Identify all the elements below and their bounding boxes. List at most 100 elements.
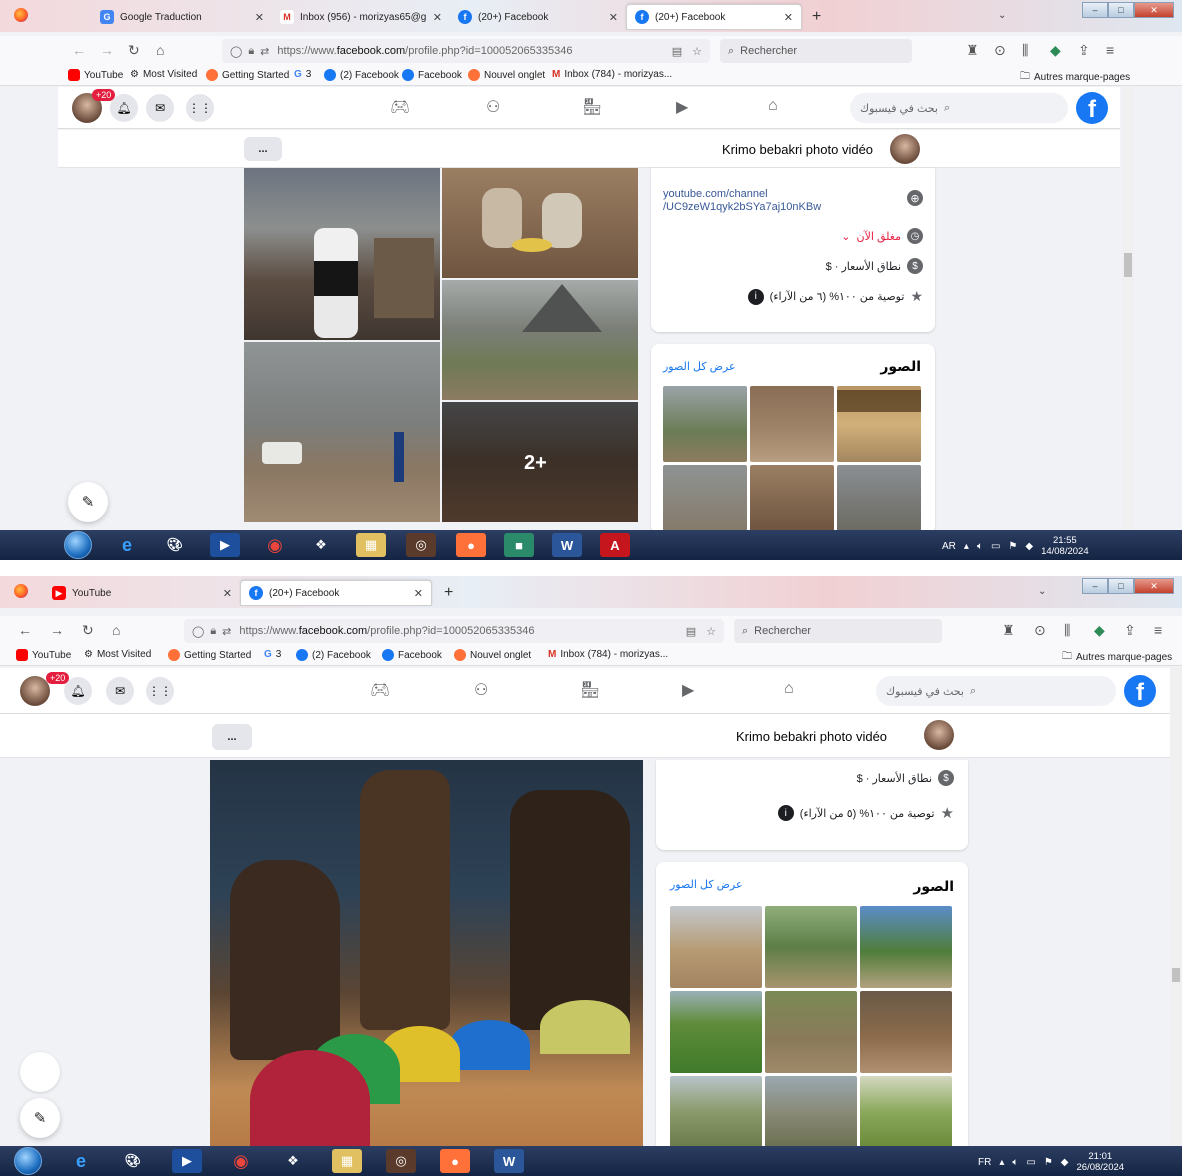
other-bookmarks[interactable]: 🗀 Autres marque-pages [1062, 649, 1172, 666]
paint-icon[interactable]: 🎨︎ [118, 1149, 148, 1173]
maximize-button[interactable]: □ [1108, 2, 1134, 18]
facebook-logo[interactable]: f [1124, 675, 1156, 707]
volume-icon[interactable]: 🔈︎ [1012, 1157, 1018, 1168]
tab-google-translate[interactable]: G Google Traduction ✕ [92, 4, 272, 30]
tab-facebook-active[interactable]: f (20+) Facebook ✕ [626, 4, 802, 30]
star-icon[interactable]: ☆ [692, 45, 702, 58]
reader-icon[interactable]: ▤ [672, 45, 682, 58]
marketplace-icon[interactable]: 🏪︎ [582, 97, 602, 117]
home-icon[interactable]: ⌂ [768, 97, 778, 115]
photo-thumbnail[interactable] [663, 465, 747, 531]
close-window-button[interactable]: ✕ [1134, 578, 1174, 594]
search-input[interactable]: ⌕ Rechercher [720, 39, 912, 63]
chevron-down-icon[interactable]: ⌄ [998, 10, 1006, 21]
media-player-icon[interactable]: ▶ [172, 1149, 202, 1173]
search-input[interactable]: ⌕ Rechercher [734, 619, 942, 643]
photo-thumbnail[interactable] [670, 906, 762, 988]
messenger-icon[interactable]: ✉ [146, 94, 174, 122]
bookmark-youtube[interactable]: YouTube [16, 649, 71, 661]
home-icon[interactable]: ⌂ [784, 680, 794, 698]
file-explorer-icon[interactable]: ▦ [356, 533, 386, 557]
bookmark-google[interactable]: G3 [264, 649, 281, 660]
app-icon[interactable]: ❖ [278, 1149, 308, 1173]
firefox-icon[interactable]: ● [440, 1149, 470, 1173]
bookmark-new-tab[interactable]: Nouvel onglet [468, 69, 545, 81]
file-explorer-icon[interactable]: ▦ [332, 1149, 362, 1173]
back-icon[interactable]: ← [18, 622, 32, 638]
chevron-down-icon[interactable]: ⌄ [1038, 586, 1046, 597]
network-icon[interactable]: ▭ [1026, 1157, 1035, 1168]
menu-icon[interactable]: ≡ [1154, 622, 1162, 638]
more-options-button[interactable]: ... [244, 137, 282, 161]
bookmark-getting-started[interactable]: Getting Started [168, 649, 251, 661]
menu-grid-icon[interactable]: ⋮⋮ [186, 94, 214, 122]
profile-avatar[interactable] [890, 134, 920, 164]
marketplace-icon[interactable]: 🏪︎ [580, 680, 600, 700]
clock[interactable]: 21:01 26/08/2024 [1077, 1151, 1125, 1173]
other-bookmarks[interactable]: 🗀 Autres marque-pages [1020, 69, 1130, 86]
app-icon[interactable]: ■ [504, 533, 534, 557]
more-options-button[interactable]: ... [212, 724, 252, 750]
extension-icon[interactable]: ◆ [1050, 42, 1061, 59]
info-icon[interactable]: i [777, 805, 794, 821]
see-all-photos-link[interactable]: عرض كل الصور [663, 360, 736, 373]
tab-youtube[interactable]: ▶ YouTube ✕ [44, 580, 240, 606]
bookmark-youtube[interactable]: YouTube [68, 69, 123, 81]
flag-icon[interactable]: ⚑ [1008, 541, 1017, 552]
facebook-search-input[interactable]: ⌕ بحث في فيسبوك [850, 93, 1068, 123]
close-icon[interactable]: ✕ [609, 11, 618, 24]
language-indicator[interactable]: FR [978, 1157, 991, 1168]
tab-facebook-active[interactable]: f (20+) Facebook ✕ [240, 580, 432, 606]
shield-check-icon[interactable]: ⊙ [994, 42, 1006, 59]
profile-name[interactable]: Krimo bebakri photo vidéo [736, 729, 887, 744]
bookmark-getting-started[interactable]: Getting Started [206, 69, 289, 81]
app-icon[interactable]: ◎ [406, 533, 436, 557]
home-icon[interactable]: ⌂ [156, 42, 164, 58]
firefox-icon[interactable] [14, 584, 28, 598]
new-message-button[interactable]: ✎ [20, 1098, 60, 1138]
shield-check-icon[interactable]: ⊙ [1034, 622, 1046, 639]
firefox-icon[interactable]: ● [456, 533, 486, 557]
back-icon[interactable]: ← [72, 42, 86, 58]
clock[interactable]: 21:55 14/08/2024 [1041, 535, 1089, 557]
menu-grid-icon[interactable]: ⋮⋮ [146, 677, 174, 705]
volume-icon[interactable]: 🔈︎ [977, 541, 983, 552]
notifications-bell-icon[interactable]: 🔔︎ [64, 677, 92, 705]
chrome-icon[interactable]: ◉ [260, 533, 290, 557]
watch-icon[interactable]: ▶ [682, 680, 694, 700]
chrome-icon[interactable]: ◉ [226, 1149, 256, 1173]
bookmark-new-tab[interactable]: Nouvel onglet [454, 649, 531, 661]
app-icon[interactable]: ◎ [386, 1149, 416, 1173]
bookmark-facebook-2[interactable]: (2) Facebook [324, 69, 399, 81]
maximize-button[interactable]: □ [1108, 578, 1134, 594]
forward-icon[interactable]: → [100, 42, 114, 58]
photo-thumbnail[interactable] [765, 906, 857, 988]
language-indicator[interactable]: AR [942, 541, 956, 552]
photo-thumbnail[interactable] [860, 991, 952, 1073]
library-icon[interactable]: ⫼ [1022, 42, 1028, 59]
facebook-logo[interactable]: f [1076, 92, 1108, 124]
reload-icon[interactable]: ↻ [128, 42, 140, 59]
firefox-icon[interactable] [14, 8, 28, 22]
close-icon[interactable]: ✕ [255, 11, 264, 24]
star-icon[interactable]: ☆ [706, 625, 716, 638]
photo-thumbnail[interactable] [765, 1076, 857, 1148]
network-icon[interactable]: ▭ [991, 541, 1000, 552]
gaming-icon[interactable]: 🎮︎ [370, 680, 390, 700]
profile-name[interactable]: Krimo bebakri photo vidéo [722, 142, 873, 157]
bookmark-facebook-2[interactable]: (2) Facebook [296, 649, 371, 661]
photo-thumbnail[interactable] [860, 906, 952, 988]
scrollbar[interactable] [1170, 668, 1182, 1146]
home-icon[interactable]: ⌂ [112, 622, 120, 638]
share-icon[interactable]: ⇪ [1078, 42, 1090, 59]
minimize-button[interactable]: – [1082, 2, 1108, 18]
extension-icon[interactable]: ◆ [1094, 622, 1105, 639]
post-photo[interactable] [442, 280, 638, 400]
close-icon[interactable]: ✕ [433, 11, 442, 24]
new-tab-button[interactable]: + [812, 8, 821, 26]
forward-icon[interactable]: → [50, 622, 64, 638]
notifications-bell-icon[interactable]: 🔔︎ [110, 94, 138, 122]
bookmark-inbox[interactable]: M Inbox (784) - morizyas... [548, 649, 668, 660]
url-bar[interactable]: ◯ 🔒︎ ⇄ https://www. facebook.com/profile.… [184, 619, 724, 643]
minimize-button[interactable]: – [1082, 578, 1108, 594]
